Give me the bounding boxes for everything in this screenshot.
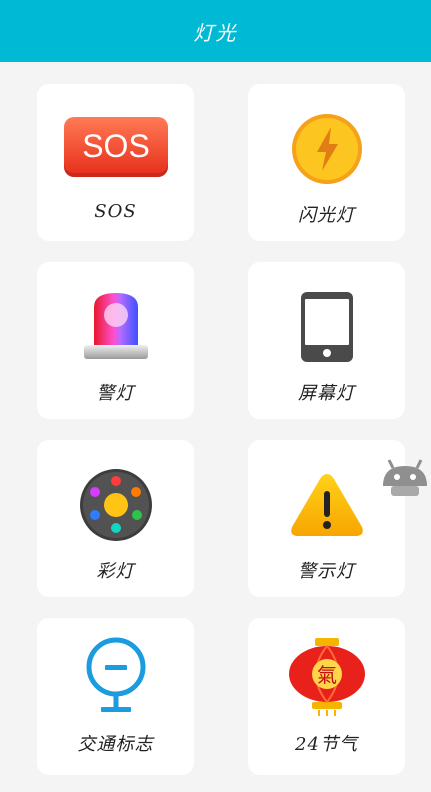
traffic-sign-icon (37, 636, 194, 716)
card-label: SOS (94, 201, 137, 222)
flash-icon (248, 109, 405, 189)
card-label: 警示灯 (298, 561, 355, 582)
card-label: 警灯 (96, 383, 135, 404)
card-sos[interactable]: SOS SOS (37, 84, 194, 241)
color-lights-icon (37, 465, 194, 545)
card-label: 彩灯 (96, 561, 135, 582)
card-police-light[interactable]: 警灯 (37, 262, 194, 419)
card-screen-light[interactable]: 屏幕灯 (248, 262, 405, 419)
card-label: 24节气 (295, 734, 358, 755)
lantern-icon: 氣 (248, 636, 405, 716)
sos-badge-text: SOS (82, 128, 150, 164)
title-bar: 灯光 (0, 0, 431, 62)
card-label: 交通标志 (77, 734, 154, 755)
card-traffic-sign[interactable]: 交通标志 (37, 618, 194, 775)
card-label: 屏幕灯 (298, 383, 355, 404)
floating-android-robot-icon[interactable] (379, 458, 431, 498)
police-siren-icon (37, 287, 194, 367)
card-color-lights[interactable]: 彩灯 (37, 440, 194, 597)
page-title: 灯光 (193, 20, 238, 45)
card-solar-terms[interactable]: 氣 24节气 (248, 618, 405, 775)
light-mode-grid: SOS SOS 闪光灯 警灯 屏幕灯 彩灯 警示灯 交通标志 氣 24节气 (37, 84, 405, 775)
phone-screen-icon (248, 287, 405, 367)
sos-icon: SOS (37, 109, 194, 189)
card-flash[interactable]: 闪光灯 (248, 84, 405, 241)
card-label: 闪光灯 (298, 205, 355, 226)
lantern-char: 氣 (317, 663, 337, 687)
